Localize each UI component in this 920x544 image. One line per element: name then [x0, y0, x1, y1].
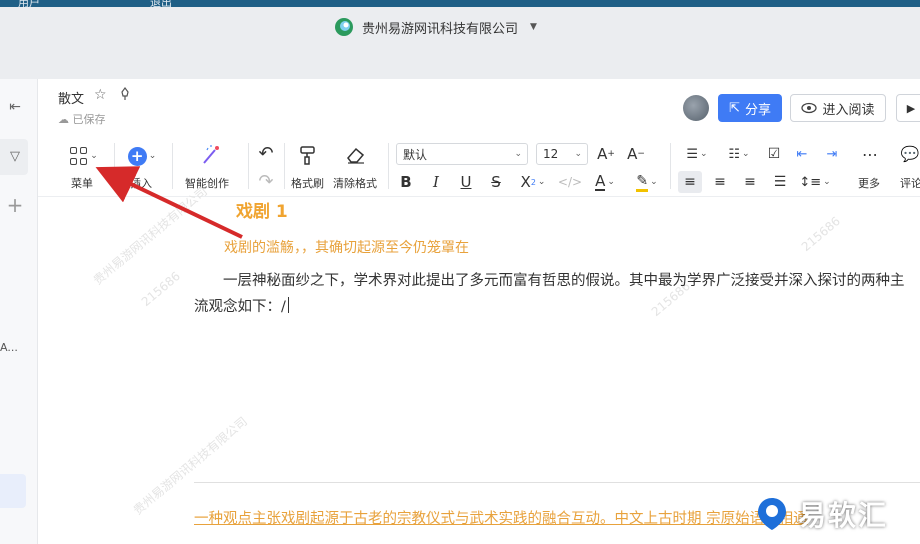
subheading[interactable]: 戏剧的滥觞，，其确切起源至今仍笼罩在	[224, 237, 469, 257]
watermark: 215686	[798, 213, 843, 255]
indent-decrease-icon[interactable]: ⇤	[792, 143, 812, 165]
font-color-icon[interactable]: A ⌄	[588, 171, 622, 193]
underline-icon[interactable]: U	[456, 171, 476, 193]
watermark: 贵州易游网讯科技有限公司	[130, 414, 250, 518]
more-icon[interactable]: ⋯	[858, 143, 882, 165]
avatar[interactable]	[683, 95, 709, 121]
undo-icon[interactable]: ↶	[254, 143, 278, 164]
filter-icon: ▽	[10, 149, 20, 164]
clear-format-label: 清除格式	[333, 177, 377, 190]
play-icon[interactable]: ▶	[896, 94, 920, 122]
code-icon[interactable]: </>	[558, 171, 582, 193]
more-label: 更多	[858, 177, 880, 190]
insert-button[interactable]: + ⌄	[124, 145, 160, 167]
body-paragraph[interactable]: 一层神秘面纱之下，学术界对此提出了多元而富有哲思的假说。其中最为学界广泛接受并深…	[194, 268, 906, 320]
bold-icon[interactable]: B	[396, 171, 416, 193]
brand-watermark: 易软汇	[754, 494, 888, 534]
top-logout-link[interactable]: 退出	[150, 0, 172, 7]
strikethrough-icon[interactable]: S	[486, 171, 506, 193]
watermark: 215686	[138, 268, 183, 310]
cloud-check-icon: ☁	[58, 113, 69, 126]
editor-content[interactable]: 贵州易游网讯科技有限公司 215686 215686 贵州易游网讯科技有限公司 …	[38, 184, 920, 544]
collapse-left-icon[interactable]: ⇤	[0, 99, 30, 115]
doc-header: 散文 ☆ ☁ 已保存 ⇱ 分享 进入阅读 ▶	[38, 79, 920, 135]
superscript-icon[interactable]: X 2 ⌄	[516, 171, 550, 193]
justify-icon[interactable]: ☰	[768, 171, 792, 193]
highlight-icon[interactable]: ✎ ⌄	[630, 171, 664, 193]
chevron-down-icon: ⌄	[148, 151, 157, 161]
doc-title[interactable]: 散文	[58, 88, 84, 107]
chevron-down-icon: ⌄	[514, 149, 522, 159]
comment-label: 评论	[900, 177, 920, 190]
plus-icon[interactable]: +	[0, 193, 30, 217]
magic-wand-icon[interactable]	[198, 143, 226, 167]
company-name: 贵州易游网讯科技有限公司	[362, 21, 519, 37]
company-switcher[interactable]: 贵州易游网讯科技有限公司 ▼	[334, 17, 537, 37]
numbered-list-icon[interactable]: ☷ ⌄	[722, 143, 756, 165]
share-button[interactable]: ⇱ 分享	[718, 94, 782, 122]
eye-icon	[801, 102, 818, 114]
format-painter-icon[interactable]	[296, 143, 320, 167]
eraser-icon[interactable]	[344, 143, 368, 167]
brand-logo-icon	[758, 498, 786, 530]
insert-label: 插入	[130, 177, 152, 190]
bullet-list-icon[interactable]: ☰ ⌄	[680, 143, 714, 165]
indent-increase-icon[interactable]: ⇥	[822, 143, 842, 165]
toolbar: ⌄ 菜单 + ⌄ 插入 智能创作 ↶ ↷ 格式刷 清除格式 默认 ⌄ 12 ⌄ …	[38, 135, 920, 197]
left-sidebar: ⇤ ▽ + A...	[0, 79, 38, 544]
watermark: 贵州易游网讯科技有限公司	[90, 184, 210, 288]
menu-label: 菜单	[71, 177, 93, 190]
sidebar-item-truncated[interactable]: A...	[0, 341, 18, 354]
grid-menu-icon	[70, 147, 88, 165]
format-painter-label: 格式刷	[291, 177, 324, 190]
font-size-select[interactable]: 12 ⌄	[536, 143, 588, 165]
align-center-icon[interactable]: ≡	[708, 171, 732, 193]
font-family-select[interactable]: 默认 ⌄	[396, 143, 528, 165]
save-status: ☁ 已保存	[58, 113, 106, 126]
plus-circle-icon: +	[127, 146, 147, 166]
align-right-icon[interactable]: ≡	[738, 171, 762, 193]
top-user-link[interactable]: 用户	[18, 0, 40, 7]
pin-icon[interactable]	[118, 87, 132, 105]
chevron-down-icon: ⌄	[574, 149, 582, 159]
align-left-icon[interactable]: ≡	[678, 171, 702, 193]
caret-down-icon: ▼	[530, 22, 537, 32]
sidebar-item-selected[interactable]	[0, 474, 26, 508]
top-strip: 用户 退出	[0, 0, 920, 7]
menu-button[interactable]: ⌄	[66, 145, 102, 167]
heading[interactable]: 戏剧 1	[236, 197, 288, 222]
star-icon[interactable]: ☆	[94, 87, 107, 103]
text-cursor	[287, 297, 289, 313]
brand-name: 易软汇	[798, 499, 889, 532]
share-icon: ⇱	[729, 100, 740, 116]
redo-icon[interactable]: ↷	[254, 171, 278, 192]
italic-icon[interactable]: I	[426, 171, 446, 193]
line-spacing-icon[interactable]: ↕≡ ⌄	[798, 171, 832, 193]
checkbox-list-icon[interactable]: ☑	[764, 143, 784, 165]
title-bar: 贵州易游网讯科技有限公司 ▼	[0, 7, 920, 79]
divider	[194, 482, 920, 483]
increase-font-icon[interactable]: A +	[594, 143, 618, 165]
comment-icon[interactable]: 💬	[900, 143, 920, 165]
chevron-down-icon: ⌄	[90, 151, 98, 161]
company-logo-icon	[335, 18, 353, 36]
read-mode-button[interactable]: 进入阅读	[790, 94, 886, 122]
decrease-font-icon[interactable]: A −	[624, 143, 648, 165]
